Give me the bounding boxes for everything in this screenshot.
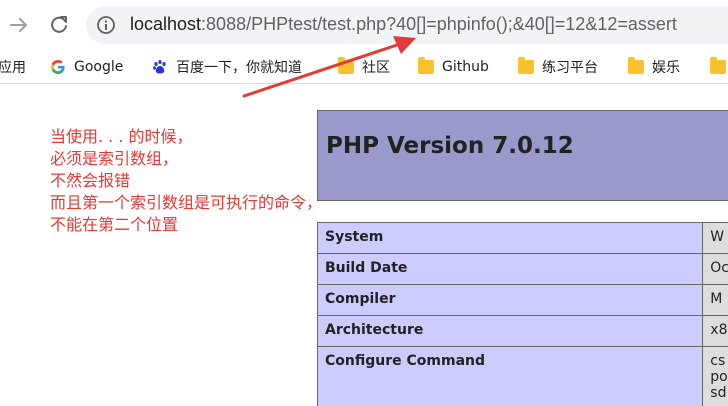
folder-icon [338, 57, 354, 74]
row-value: cs po sd [702, 346, 728, 406]
bookmark-google[interactable]: Google [50, 56, 123, 78]
php-version-title: PHP Version 7.0.12 [326, 133, 574, 159]
annotation-line: 必须是索引数组， [50, 149, 179, 168]
row-key: Compiler [316, 284, 704, 316]
annotation-line: 不能在第二个位置 [50, 215, 179, 234]
row-key: Architecture [316, 315, 704, 347]
annotation-line: 而且第一个索引数组是可执行的命令， [50, 193, 323, 212]
value-line: po [710, 369, 728, 385]
bookmark-apps[interactable]: 应用 [0, 56, 26, 78]
phpinfo-panel: PHP Version 7.0.12 System W Build Date O… [316, 110, 728, 406]
reload-button[interactable] [46, 12, 72, 38]
row-value: M [702, 284, 728, 316]
table-row: Configure Command cs po sd [316, 346, 728, 406]
annotation-note: 当使用. . . 的时候， 必须是索引数组， 不然会报错 而且第一个索引数组是可… [50, 126, 322, 236]
google-icon [51, 60, 65, 74]
row-key: System [316, 222, 704, 254]
bookmark-folder-community[interactable]: 社区 [338, 56, 390, 78]
bookmark-label: 应用 [0, 60, 26, 76]
value-line: cs [710, 353, 726, 369]
forward-button[interactable] [6, 12, 32, 38]
bookmark-label: Github [442, 59, 489, 75]
folder-icon [518, 57, 534, 74]
url-host: localhost [130, 14, 202, 34]
bookmark-label: Google [74, 59, 124, 75]
phpinfo-header: PHP Version 7.0.12 [317, 110, 728, 201]
row-value: x8 [702, 315, 728, 347]
url-text[interactable]: localhost:8088/PHPtest/test.php?40[]=php… [130, 14, 677, 35]
folder-icon [418, 57, 434, 74]
phpinfo-table: System W Build Date Oc Compiler M Archit… [316, 222, 728, 406]
bookmark-label: 练习平台 [542, 60, 598, 76]
bookmark-baidu[interactable]: 百度一下，你就知道 [152, 56, 302, 78]
table-row: Build Date Oc [316, 253, 728, 285]
folder-icon [710, 57, 726, 74]
table-row: Architecture x8 [316, 315, 728, 347]
bookmark-folder-practice[interactable]: 练习平台 [518, 56, 598, 78]
bookmark-label: 社区 [362, 60, 390, 76]
row-key: Build Date [316, 253, 704, 285]
annotation-line: 当使用. . . 的时候， [50, 127, 193, 146]
row-key: Configure Command [316, 346, 704, 406]
bookmark-folder-entertainment[interactable]: 娱乐 [628, 56, 680, 78]
arrow-right-icon [10, 18, 27, 32]
url-path: :8088/PHPtest/test.php?40[]=phpinfo();&4… [201, 14, 677, 34]
row-value: W [702, 222, 728, 254]
row-value: Oc [702, 253, 728, 285]
annotation-line: 不然会报错 [50, 171, 131, 190]
reload-icon [51, 16, 67, 33]
bookmark-label: 娱乐 [652, 60, 680, 76]
folder-icon [628, 57, 644, 74]
bookmark-label: 百度一下，你就知道 [176, 60, 302, 76]
table-row: Compiler M [316, 284, 728, 316]
bookmark-folder-github[interactable]: Github [418, 56, 489, 78]
address-bar[interactable]: localhost:8088/PHPtest/test.php?40[]=php… [86, 6, 728, 44]
info-icon[interactable] [96, 15, 116, 35]
browser-toolbar: localhost:8088/PHPtest/test.php?40[]=php… [0, 0, 728, 50]
bookmark-folder-overflow[interactable] [710, 56, 728, 78]
table-row: System W [316, 222, 728, 254]
bookmarks-bar: 应用 Google 百度一下，你就知道 社区 Github 练习平台 娱乐 [0, 50, 728, 84]
value-line: sd [710, 385, 727, 401]
baidu-icon [153, 60, 166, 74]
